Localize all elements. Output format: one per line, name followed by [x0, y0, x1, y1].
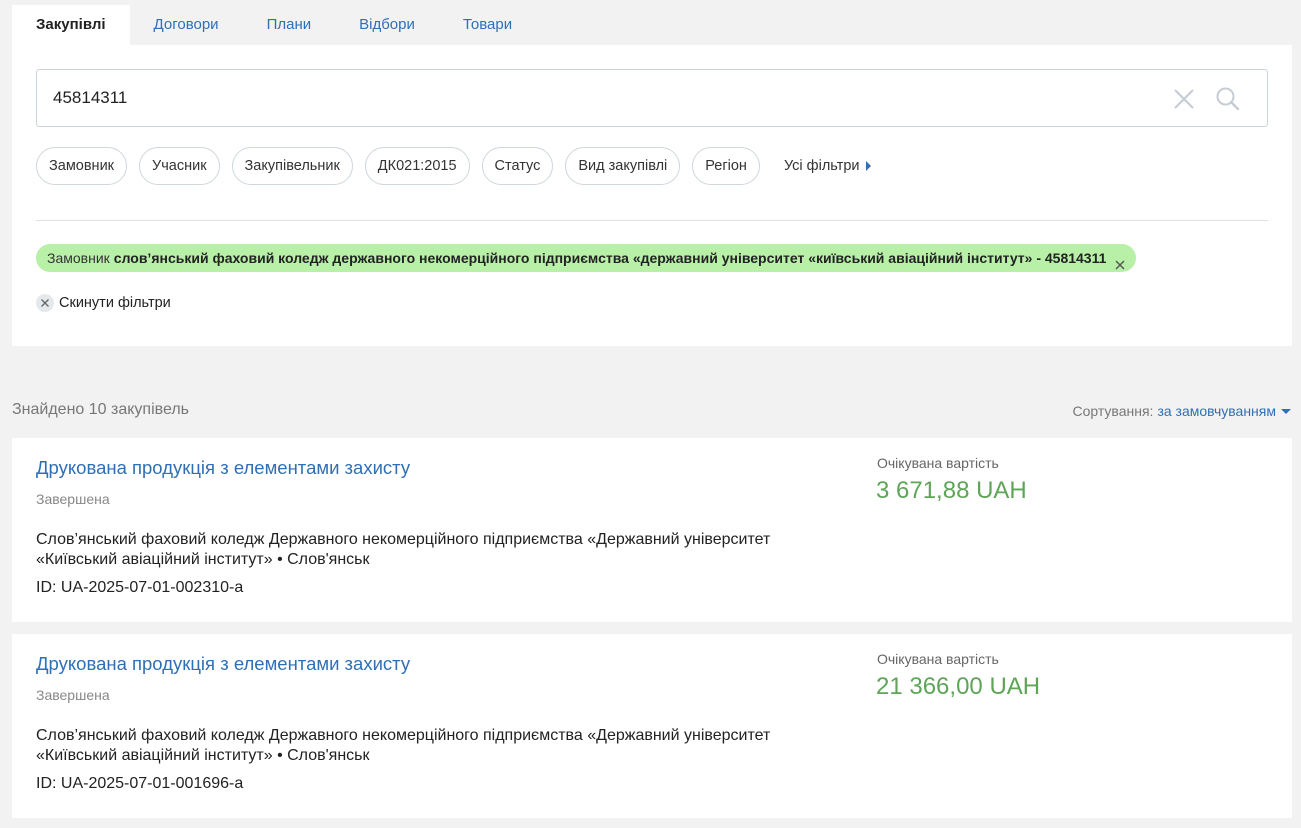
filter-chips: Замовник Учасник Закупівельник ДК021:201…: [36, 147, 871, 185]
reset-filters-button[interactable]: Скинути фільтри: [36, 293, 171, 313]
caret-right-icon: [865, 161, 871, 171]
active-filter-value: слов’янський фаховий коледж державного н…: [113, 250, 1107, 266]
divider: [36, 220, 1268, 221]
tender-status: Завершена: [36, 491, 110, 507]
expected-value: 3 671,88 UAH: [876, 477, 1027, 504]
tender-card: Друкована продукція з елементами захисту…: [12, 634, 1292, 818]
tender-organization: Слов’янський фаховий коледж Державного н…: [36, 531, 771, 568]
sort-label: Сортування:: [1072, 403, 1154, 419]
tender-status: Завершена: [36, 687, 110, 703]
tender-card: Друкована продукція з елементами захисту…: [12, 438, 1292, 622]
tender-id: ID: UA-2025-07-01-002310-a: [36, 579, 244, 596]
filter-chip-region[interactable]: Регіон: [692, 147, 760, 185]
expected-value: 21 366,00 UAH: [876, 673, 1041, 700]
expected-value-label: Очікувана вартість: [877, 455, 999, 471]
tender-title-link[interactable]: Друкована продукція з елементами захисту: [36, 653, 410, 675]
tab-goods[interactable]: Товари: [439, 5, 536, 45]
filter-chip-status[interactable]: Статус: [481, 147, 554, 185]
filter-chip-dk021[interactable]: ДК021:2015: [364, 147, 470, 185]
sort-dropdown[interactable]: за замовчуванням: [1157, 403, 1276, 419]
expected-value-label: Очікувана вартість: [877, 651, 999, 667]
close-icon: [36, 294, 54, 312]
tab-contracts[interactable]: Договори: [130, 5, 243, 45]
reset-filters-label: Скинути фільтри: [59, 295, 171, 311]
search-box: [36, 69, 1268, 127]
filter-chip-customer[interactable]: Замовник: [36, 147, 128, 185]
all-filters-button[interactable]: Усі фільтри: [784, 158, 871, 174]
tab-selections[interactable]: Відбори: [335, 5, 439, 45]
close-icon[interactable]: [1171, 86, 1197, 112]
active-filter-tag: Замовник слов’янський фаховий коледж дер…: [36, 244, 1137, 272]
sort-control: Сортування: за замовчуванням: [1072, 403, 1291, 419]
filter-panel: Замовник Учасник Закупівельник ДК021:201…: [12, 45, 1292, 346]
filter-chip-procurement-type[interactable]: Вид закупівлі: [565, 147, 681, 185]
active-filter-label: Замовник: [47, 250, 110, 266]
filter-chip-participant[interactable]: Учасник: [139, 147, 220, 185]
search-input[interactable]: [53, 70, 1153, 126]
filter-chip-procurer[interactable]: Закупівельник: [231, 147, 353, 185]
tab-plans[interactable]: Плани: [243, 5, 336, 45]
results-count: Знайдено 10 закупівель: [12, 401, 189, 418]
tab-procurements[interactable]: Закупівлі: [12, 5, 130, 45]
tender-title-link[interactable]: Друкована продукція з елементами захисту: [36, 457, 410, 479]
tender-organization: Слов’янський фаховий коледж Державного н…: [36, 727, 771, 764]
all-filters-label: Усі фільтри: [783, 158, 860, 174]
tab-bar: Закупівлі Договори Плани Відбори Товари: [12, 5, 536, 45]
remove-filter-icon[interactable]: [1114, 252, 1126, 270]
tender-id: ID: UA-2025-07-01-001696-a: [36, 775, 244, 792]
search-icon[interactable]: [1215, 86, 1241, 112]
chevron-down-icon[interactable]: [1281, 408, 1291, 414]
